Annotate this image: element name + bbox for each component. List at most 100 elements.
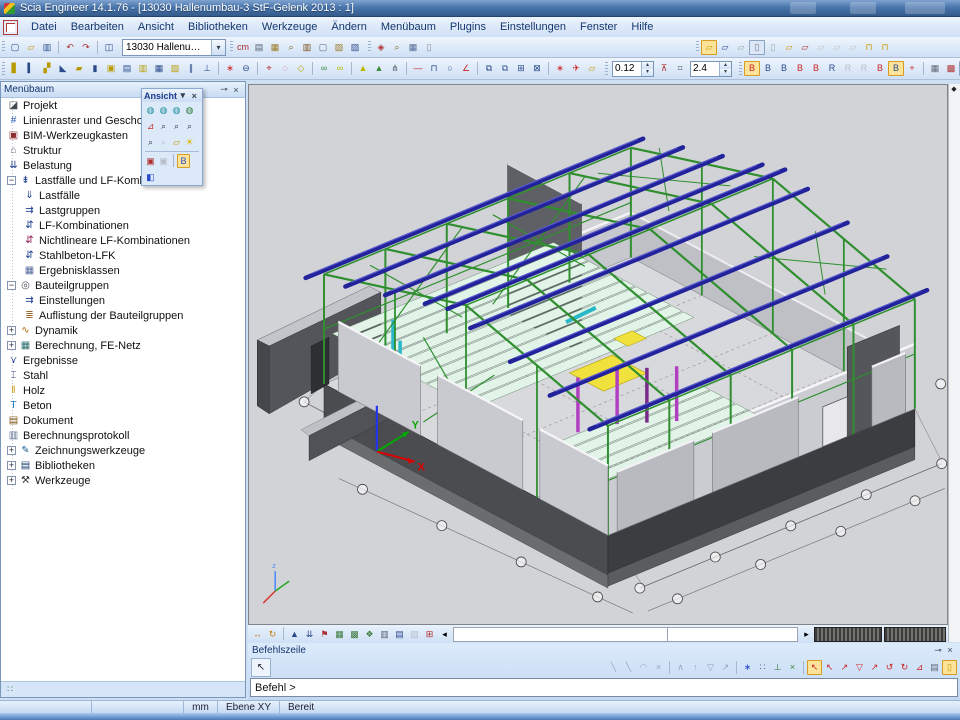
clamp-alt-icon[interactable]: ⊓: [877, 40, 893, 55]
clipboard-view-icon[interactable]: B: [177, 154, 190, 168]
save-view-icon[interactable]: ▦: [927, 61, 943, 76]
menu-men-baum[interactable]: Menübaum: [374, 19, 443, 35]
scale-icon[interactable]: ⊼: [656, 61, 672, 76]
folder-sync-icon[interactable]: ▱: [733, 40, 749, 55]
snap-delete-icon[interactable]: ×: [651, 660, 666, 675]
menu--ndern[interactable]: Ändern: [324, 19, 373, 35]
opening-icon[interactable]: ▣: [103, 61, 119, 76]
filter-icon[interactable]: ◇: [293, 61, 309, 76]
crosshair-icon[interactable]: +: [904, 61, 920, 76]
load-label-icon[interactable]: B: [872, 61, 888, 76]
menu-ansicht[interactable]: Ansicht: [131, 19, 181, 35]
pin-icon[interactable]: ⊸: [218, 84, 230, 95]
folder-a-icon[interactable]: ▱: [813, 40, 829, 55]
snap-dir-icon[interactable]: ↗: [718, 660, 733, 675]
ortho-icon[interactable]: ⊥: [770, 660, 785, 675]
polyline-tool-icon[interactable]: ⊓: [426, 61, 442, 76]
tree-item-calculation-fe-mesh[interactable]: +▦Berechnung, FE-Netz: [1, 338, 245, 353]
haunch-icon[interactable]: ◣: [55, 61, 71, 76]
catalog-block-icon[interactable]: ▧: [167, 61, 183, 76]
member-label-icon[interactable]: B: [776, 61, 792, 76]
tree-item-project[interactable]: ◪Projekt: [1, 98, 245, 113]
tree-item-load-cases[interactable]: ⇓Lastfälle: [1, 188, 245, 203]
tree-item-line-grid-storeys[interactable]: #Linienraster und Geschosse: [1, 113, 245, 128]
render-display-icon[interactable]: ▩: [347, 627, 362, 641]
flag-icon[interactable]: ⚑: [317, 627, 332, 641]
menu-hilfe[interactable]: Hilfe: [624, 19, 660, 35]
tree-item-document[interactable]: ▤Dokument: [1, 413, 245, 428]
menu-fenster[interactable]: Fenster: [573, 19, 624, 35]
view-front-icon[interactable]: ◍: [157, 103, 170, 117]
tree-item-loads[interactable]: ⇊Belastung: [1, 158, 245, 173]
tree-item-load-cases-combinations[interactable]: −⇟Lastfälle und LF-Kombinationen: [1, 173, 245, 188]
panel-layers-icon[interactable]: ∷: [2, 682, 18, 697]
command-input[interactable]: Befehl >: [250, 678, 958, 697]
tree-item-concrete-lfk[interactable]: ⇵Stahlbeton-LFK: [1, 248, 245, 263]
rotate-icon[interactable]: ⊠: [529, 61, 545, 76]
view-direction-icon[interactable]: ⊿: [144, 119, 157, 133]
expand-icon[interactable]: +: [7, 446, 16, 455]
snap-line2-icon[interactable]: ╲: [621, 660, 636, 675]
tree-item-member-group-listing[interactable]: ≣Auflistung der Bauteilgruppen: [1, 308, 245, 323]
view-cube-icon[interactable]: ◧: [144, 170, 157, 184]
multicopy-icon[interactable]: ⧉: [497, 61, 513, 76]
text-note-icon[interactable]: ▯: [421, 40, 437, 55]
load-display-icon[interactable]: ⇊: [302, 627, 317, 641]
hinge-icon[interactable]: ∥: [183, 61, 199, 76]
menu-einstellungen[interactable]: Einstellungen: [493, 19, 573, 35]
snap-tri-icon[interactable]: ▽: [703, 660, 718, 675]
fly-mode-icon[interactable]: ✈: [568, 61, 584, 76]
drag-ridge-left[interactable]: [814, 627, 882, 642]
document-menu-icon[interactable]: [3, 20, 18, 35]
lasso-icon[interactable]: ◌: [277, 61, 293, 76]
preview-icon[interactable]: ⌕: [283, 40, 299, 55]
chevron-down-icon[interactable]: ▾: [211, 40, 225, 55]
tree-item-timber[interactable]: ‖Holz: [1, 383, 245, 398]
tree-item-bim-toolbox[interactable]: ▣BIM-Werkzeugkasten: [1, 128, 245, 143]
angle-tool-icon[interactable]: ∠: [458, 61, 474, 76]
tree-item-structure[interactable]: ⌂Struktur: [1, 143, 245, 158]
cross-section-icon[interactable]: ▞: [39, 61, 55, 76]
tag-icon[interactable]: ◈: [373, 40, 389, 55]
snap-tangent-icon[interactable]: ↗: [867, 660, 882, 675]
collapse-icon[interactable]: −: [7, 176, 16, 185]
subregion-icon[interactable]: ▤: [119, 61, 135, 76]
units-icon[interactable]: cm: [235, 40, 251, 55]
node-label-icon[interactable]: B: [760, 61, 776, 76]
zoom-document-icon[interactable]: ⌕: [389, 40, 405, 55]
unlink-icon[interactable]: ∞: [332, 61, 348, 76]
beam-label-icon[interactable]: B: [744, 61, 760, 76]
menu-bearbeiten[interactable]: Bearbeiten: [64, 19, 131, 35]
tree-item-load-groups[interactable]: ⇉Lastgruppen: [1, 203, 245, 218]
expand-icon[interactable]: +: [7, 341, 16, 350]
expand-icon[interactable]: +: [7, 461, 16, 470]
pan-icon[interactable]: ↔: [250, 627, 265, 641]
viewport-3d[interactable]: YXz: [248, 84, 948, 625]
export-view-icon[interactable]: ▩: [943, 61, 959, 76]
explode-icon[interactable]: ∗: [552, 61, 568, 76]
close-viewport-icon[interactable]: ◫: [101, 40, 117, 55]
tree-item-dynamics[interactable]: +∿Dynamik: [1, 323, 245, 338]
load-panel-icon[interactable]: ▦: [151, 61, 167, 76]
snap-arc-icon[interactable]: ◠: [636, 660, 651, 675]
tree-item-results[interactable]: ⋎Ergebnisse: [1, 353, 245, 368]
folder-find-icon[interactable]: ▱: [797, 40, 813, 55]
table-icon[interactable]: ▦: [405, 40, 421, 55]
zoom-previous-icon[interactable]: ⌕: [157, 135, 170, 149]
circle-tool-icon[interactable]: ○: [442, 61, 458, 76]
axes-toggle-icon[interactable]: ▲: [287, 627, 302, 641]
close-icon[interactable]: ×: [230, 85, 242, 95]
zoom-window-icon[interactable]: ⌕: [183, 119, 196, 133]
redo-icon[interactable]: ↷: [78, 40, 94, 55]
tree-item-concrete[interactable]: TBeton: [1, 398, 245, 413]
surface-display-icon[interactable]: ▦: [332, 627, 347, 641]
tree-item-libraries[interactable]: +▤Bibliotheken: [1, 458, 245, 473]
ansicht-palette[interactable]: Ansicht ▾ × ◍◍◍◍ ⊿⌕⌕⌕ ⌕⌕▱☀ ▣▣B ◧: [141, 88, 203, 186]
copy-icon[interactable]: ⧉: [481, 61, 497, 76]
spin-up-icon[interactable]: ▴: [642, 62, 653, 69]
ghost-icon[interactable]: ▧: [407, 627, 422, 641]
tree-item-nonlinear-combinations[interactable]: ⇵Nichtlineare LF-Kombinationen: [1, 233, 245, 248]
spin-down-icon[interactable]: ▾: [642, 69, 653, 76]
folder-save-icon[interactable]: ▱: [717, 40, 733, 55]
snap-nearest-icon[interactable]: ⊿: [912, 660, 927, 675]
